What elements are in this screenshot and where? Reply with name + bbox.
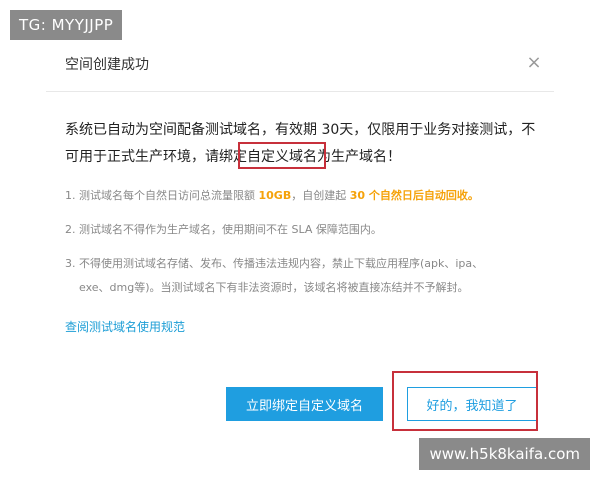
watermark-bottom: www.h5k8kaifa.com <box>419 438 590 470</box>
usage-rules-link[interactable]: 查阅测试域名使用规范 <box>65 318 185 335</box>
header-divider <box>46 91 554 92</box>
note-3-line1: 3. 不得使用测试域名存储、发布、传播违法违规内容，禁止下载应用程序(apk、i… <box>65 257 484 270</box>
note-item-3: 3. 不得使用测试域名存储、发布、传播违法违规内容，禁止下载应用程序(apk、i… <box>65 254 545 298</box>
close-icon[interactable]: × <box>525 54 543 72</box>
dialog-title: 空间创建成功 <box>65 57 149 73</box>
notes-list: 1. 测试域名每个自然日访问总流量限额 10GB，自创建起 30 个自然日后自动… <box>65 186 545 298</box>
space-created-dialog: 空间创建成功 × 系统已自动为空间配备测试域名，有效期 30天，仅限用于业务对接… <box>0 0 600 480</box>
note-1-traffic-limit: 10GB <box>258 189 292 202</box>
annotation-box-ok-button <box>392 371 538 431</box>
note-item-2: 2. 测试域名不得作为生产域名，使用期间不在 SLA 保障范围内。 <box>65 220 545 240</box>
bind-custom-domain-button[interactable]: 立即绑定自定义域名 <box>226 387 383 421</box>
main-message-part2: 为生产域名！ <box>317 149 401 165</box>
note-1-prefix: 1. 测试域名每个自然日访问总流量限额 <box>65 189 259 202</box>
note-1-mid: ，自创建起 <box>291 189 350 202</box>
note-item-1: 1. 测试域名每个自然日访问总流量限额 10GB，自创建起 30 个自然日后自动… <box>65 186 545 206</box>
note-1-recycle: 30 个自然日后自动回收。 <box>349 189 479 202</box>
note-3-line2: exe、dmg等)。当测试域名下有非法资源时，该域名将被直接冻结并不予解封。 <box>79 281 469 294</box>
note-2-text: 2. 测试域名不得作为生产域名，使用期间不在 SLA 保障范围内。 <box>65 223 382 236</box>
annotation-box-custom-domain <box>238 142 326 169</box>
